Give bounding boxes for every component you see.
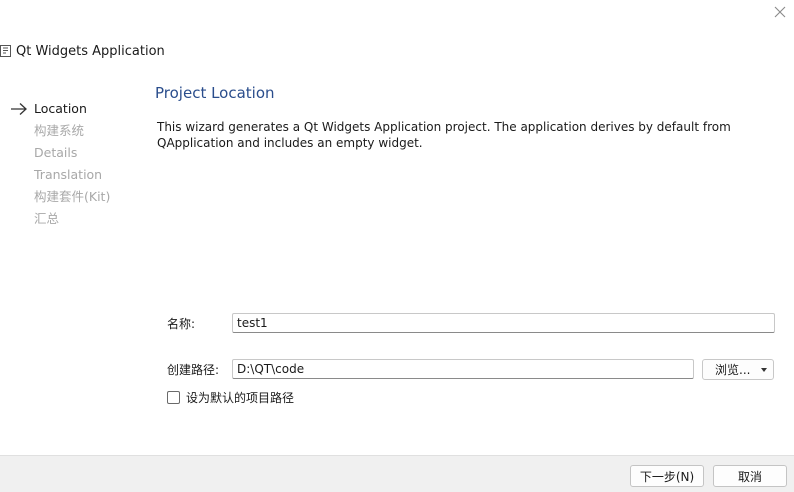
path-input[interactable] <box>232 359 694 379</box>
wizard-steps: Location 构建系统 Details Translation 构建套件(K… <box>0 98 140 230</box>
close-icon <box>774 6 786 18</box>
page-title: Project Location <box>155 84 275 102</box>
default-path-checkbox-row[interactable]: 设为默认的项目路径 <box>167 389 294 406</box>
step-label: Location <box>34 101 87 116</box>
current-step-arrow-icon <box>11 103 27 115</box>
default-path-label: 设为默认的项目路径 <box>186 391 295 405</box>
step-label: 汇总 <box>34 211 60 226</box>
step-summary[interactable]: 汇总 <box>0 208 140 230</box>
page-description: This wizard generates a Qt Widgets Appli… <box>157 120 731 150</box>
close-button[interactable] <box>770 2 790 22</box>
path-label: 创建路径: <box>167 363 220 377</box>
browse-button-label: 浏览... <box>715 363 751 377</box>
default-path-checkbox[interactable] <box>167 391 180 404</box>
step-translation[interactable]: Translation <box>0 164 140 186</box>
step-build-system[interactable]: 构建系统 <box>0 120 140 142</box>
next-button-label: 下一步(N) <box>639 469 695 484</box>
cancel-button-label: 取消 <box>737 469 762 484</box>
window-title-row: Qt Widgets Application <box>0 40 165 62</box>
step-label: 构建套件(Kit) <box>34 189 111 204</box>
wizard-footer: 下一步(N) 取消 <box>0 455 794 492</box>
step-kits[interactable]: 构建套件(Kit) <box>0 186 140 208</box>
step-details[interactable]: Details <box>0 142 140 164</box>
next-button[interactable]: 下一步(N) <box>630 465 704 487</box>
wizard-window: Qt Widgets Application Location 构建系统 Det… <box>0 0 794 492</box>
name-label: 名称: <box>167 317 196 331</box>
name-input[interactable] <box>232 313 775 333</box>
cancel-button[interactable]: 取消 <box>713 465 787 487</box>
window-title: Qt Widgets Application <box>16 43 165 59</box>
step-location[interactable]: Location <box>0 98 140 120</box>
browse-button[interactable]: 浏览... <box>702 359 774 380</box>
step-label: Translation <box>34 167 103 182</box>
step-label: 构建系统 <box>34 123 85 138</box>
dropdown-caret-icon <box>761 368 767 372</box>
qt-app-icon <box>0 45 11 57</box>
step-label: Details <box>34 145 78 160</box>
